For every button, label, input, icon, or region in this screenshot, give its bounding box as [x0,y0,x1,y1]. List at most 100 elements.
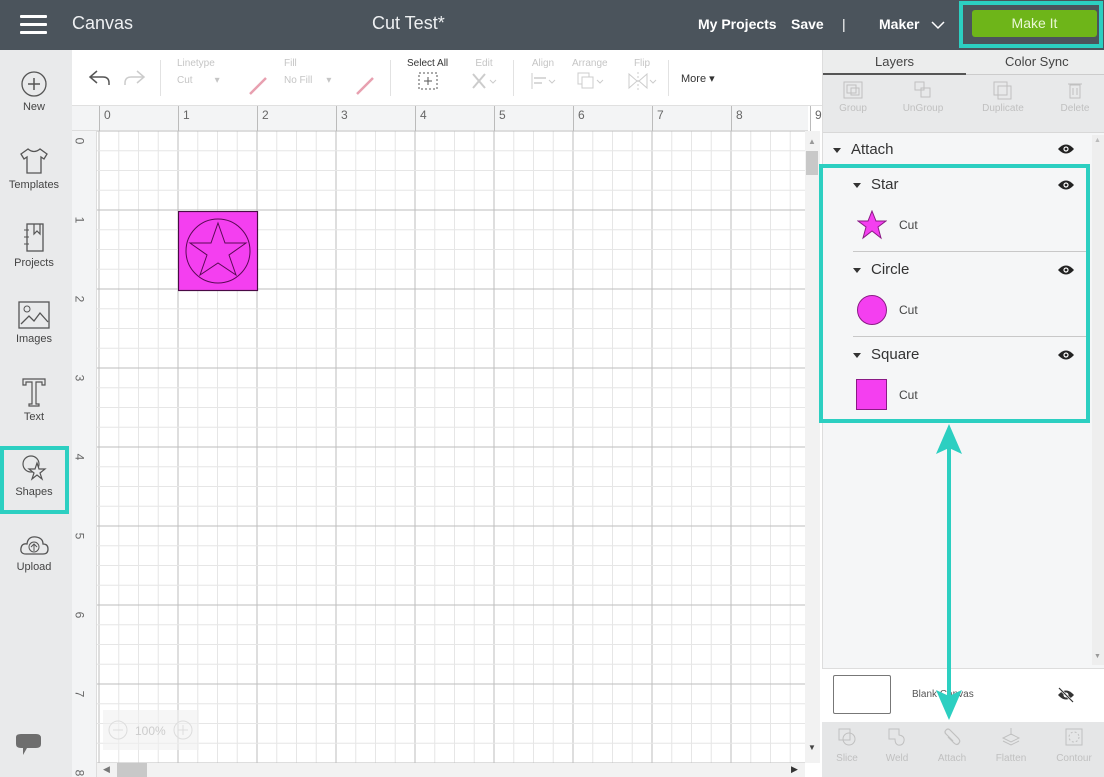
ruler-tick-label: 4 [420,108,427,122]
app-title: Canvas [72,13,134,33]
ruler-tick-label: 5 [499,108,506,122]
eye-hidden-icon[interactable] [1057,687,1075,703]
scroll-down-icon[interactable]: ▼ [1094,653,1101,660]
more-label: More [681,73,707,85]
left-sidebar: New Templates Projects Images Text Shape… [0,50,72,777]
attach-group-row[interactable]: Attach [833,141,894,158]
sidebar-item-upload[interactable]: Upload [0,532,68,602]
ruler-major-tick [415,106,416,131]
delete-button[interactable]: Delete [1045,80,1104,114]
weld-button[interactable]: Weld [872,727,922,764]
attach-label: Attach [937,753,967,764]
toolbar-divider [390,60,391,96]
top-bar: Canvas Cut Test* My Projects Save | Make… [0,0,1104,50]
machine-label: Maker [879,16,920,32]
panel-tabs: Layers Color Sync [823,50,1104,75]
tab-color-sync[interactable]: Color Sync [1005,54,1069,69]
arrange-label: Arrange [572,58,608,69]
attach-button[interactable]: Attach [927,727,977,764]
ruler-major-tick [178,106,179,131]
fill-value: No Fill [284,75,313,86]
ruler-major-tick [573,106,574,131]
more-button[interactable]: More ▾ [681,72,715,85]
ruler-tick-label: 3 [72,374,87,382]
scroll-left-icon[interactable]: ◀ [103,764,110,775]
ruler-tick-label: 1 [183,108,190,122]
design-canvas[interactable] [97,131,808,763]
select-all-label: Select All [407,58,449,69]
linetype-value: Cut [177,75,193,86]
align-button[interactable]: Align [529,58,557,94]
horizontal-scrollbar[interactable]: ◀ ▶ [97,763,805,777]
select-all-button[interactable]: Select All [407,58,448,94]
ruler-major-tick [99,106,100,131]
edit-button[interactable]: Edit [470,58,498,94]
scroll-down-icon[interactable]: ▼ [808,743,816,752]
undo-icon[interactable] [88,68,112,88]
scroll-right-icon[interactable]: ▶ [791,764,798,775]
attached-design[interactable] [178,211,259,292]
flatten-button[interactable]: Flatten [986,727,1036,764]
contour-button[interactable]: Contour [1049,727,1099,764]
redo-icon[interactable] [122,68,146,88]
scroll-thumb[interactable] [117,763,147,777]
flip-button[interactable]: Flip [626,58,658,94]
menu-icon[interactable] [20,15,47,35]
ruler-tick-label: 7 [72,690,87,698]
separator: | [842,16,846,32]
line-color-swatch[interactable] [248,76,268,96]
panel-scrollbar[interactable]: ▲ ▼ [1092,135,1104,665]
my-projects-link[interactable]: My Projects [698,16,777,32]
ruler-tick-label: 8 [72,769,87,777]
contour-label: Contour [1056,753,1092,764]
annotation-double-arrow [936,424,962,720]
edit-toolbar: Linetype Cut ▾ Fill No Fill ▾ Select All E… [72,50,822,106]
sidebar-item-images[interactable]: Images [0,300,68,370]
make-it-button[interactable]: Make It [972,10,1097,37]
layers-highlight [819,164,1090,423]
zoom-control: 100% [103,710,199,750]
image-icon [18,301,50,329]
group-name: Attach [851,141,894,158]
zoom-out-icon[interactable] [108,720,128,740]
eye-icon[interactable] [1057,143,1075,155]
edit-tools-icon [472,73,497,89]
text-t-icon [22,378,46,407]
fill-label: Fill [284,58,297,69]
duplicate-button[interactable]: Duplicate [973,80,1033,114]
tab-layers[interactable]: Layers [875,54,914,69]
caret-down-icon[interactable] [833,147,841,153]
tshirt-icon [20,148,48,174]
group-label: Group [839,103,867,114]
ruler-tick-label: 2 [262,108,269,122]
scroll-up-icon[interactable]: ▲ [1094,137,1101,144]
zoom-value: 100% [135,724,166,738]
chat-bubble-icon[interactable] [13,733,43,759]
sidebar-label: Images [15,333,53,345]
linetype-select[interactable]: Cut ▾ [177,75,237,86]
sidebar-item-text[interactable]: Text [0,376,68,446]
sidebar-item-projects[interactable]: Projects [0,222,68,292]
ungroup-label: UnGroup [902,103,944,114]
ungroup-button[interactable]: UnGroup [893,80,953,114]
sidebar-item-new[interactable]: New [0,70,68,140]
fill-select[interactable]: No Fill ▾ [284,75,349,86]
plus-circle-icon [21,71,47,97]
group-button[interactable]: Group [823,80,883,114]
ruler-major-tick [652,106,653,131]
machine-select[interactable]: Maker [879,16,945,32]
notebook-icon [24,223,44,252]
duplicate-icon [993,81,1012,100]
sidebar-item-templates[interactable]: Templates [0,146,68,216]
scroll-thumb[interactable] [806,151,818,175]
scroll-up-icon[interactable]: ▲ [808,137,816,146]
zoom-in-icon[interactable] [173,720,193,740]
group-icon [843,81,863,99]
slice-button[interactable]: Slice [822,727,872,764]
blank-canvas-swatch[interactable] [833,675,891,714]
vertical-scrollbar[interactable]: ▲ ▼ [805,131,820,763]
save-button[interactable]: Save [791,16,824,32]
fill-color-swatch[interactable] [355,76,375,96]
arrange-button[interactable]: Arrange [572,58,608,94]
ruler-major-tick [810,106,811,131]
